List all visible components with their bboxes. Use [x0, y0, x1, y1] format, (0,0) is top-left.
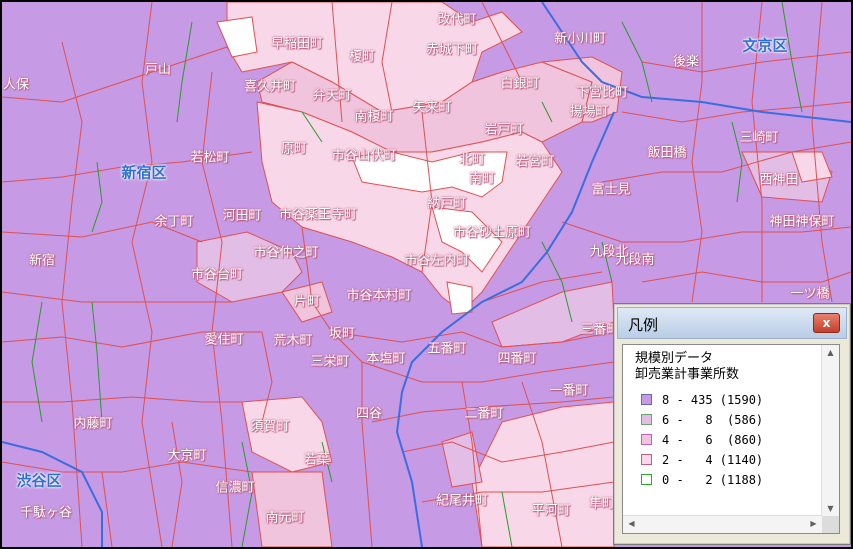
town-label: 矢来町: [412, 100, 452, 116]
legend-entry-label: 4 - 6 (860): [662, 433, 764, 447]
town-label: 若宮町: [515, 154, 555, 170]
town-label: 愛住町: [204, 332, 244, 348]
town-label: 三栄町: [310, 354, 350, 370]
region-white-sanai-2[interactable]: [446, 281, 473, 315]
town-label: 原町: [280, 141, 308, 157]
town-label: 岩戸町: [484, 122, 524, 138]
legend-swatch: [641, 474, 652, 485]
legend-title: 凡例: [628, 316, 659, 334]
town-label: 飯田橋: [647, 145, 687, 161]
town-label: 白銀町: [500, 76, 540, 92]
town-label: 五番町: [427, 341, 467, 357]
ward-label-shibuya: 渋谷区: [16, 471, 62, 490]
scroll-up-icon[interactable]: ▲: [822, 348, 839, 357]
legend-swatch: [641, 394, 652, 405]
town-label: 市谷砂土原町: [452, 225, 532, 241]
close-icon: x: [822, 316, 831, 330]
legend-entry-label: 8 - 435 (1590): [662, 393, 764, 407]
town-label: 赤城下町: [425, 42, 479, 58]
town-label: 改代町: [437, 12, 477, 28]
town-label: 喜久井町: [243, 79, 297, 95]
ward-label-shinjuku: 新宿区: [121, 163, 167, 182]
town-label: 四番町: [497, 351, 537, 367]
close-button[interactable]: x: [813, 313, 840, 333]
town-label: 榎町: [348, 49, 376, 65]
town-label: 荒木町: [273, 333, 313, 349]
town-label: 片町: [293, 294, 321, 310]
town-label: 三崎町: [739, 130, 779, 146]
horizontal-scrollbar[interactable]: ◀ ▶: [623, 515, 822, 533]
town-label: 坂町: [328, 326, 356, 342]
town-label: 南元町: [265, 510, 305, 526]
legend-entry-label: 2 - 4 (1140): [662, 453, 764, 467]
town-label: 隼町: [588, 496, 616, 512]
town-label: 須賀町: [250, 419, 290, 435]
town-label: 市谷山伏町: [331, 148, 397, 164]
legend-entry-label: 0 - 2 (1188): [662, 473, 764, 487]
legend-entry: 2 - 4 (1140): [641, 453, 763, 467]
legend-window[interactable]: 凡例 x 規模別データ 卸売業計事業所数 8 - 435 (1590) 6 - 8…: [613, 303, 851, 545]
legend-entry: 4 - 6 (860): [641, 433, 763, 447]
legend-entry-label: 6 - 8 (586): [662, 413, 764, 427]
legend-swatch: [641, 434, 652, 445]
legend-heading-line2: 卸売業計事業所数: [635, 367, 740, 382]
vertical-scrollbar[interactable]: ▲ ▼: [821, 345, 839, 516]
town-label: 納戸町: [427, 196, 467, 212]
town-label: 揚場町: [569, 104, 609, 120]
town-label: 富士見: [591, 182, 631, 198]
town-label: 九段南: [615, 252, 655, 268]
town-label: 二番町: [464, 406, 504, 422]
town-label: 大京町: [167, 448, 207, 464]
legend-entry: 8 - 435 (1590): [641, 393, 763, 407]
legend-panel: 規模別データ 卸売業計事業所数 8 - 435 (1590) 6 - 8 (586…: [622, 344, 840, 534]
town-label: 市谷左内町: [404, 253, 470, 269]
town-label: 下宮比町: [575, 85, 629, 101]
town-label: 紀尾井町: [435, 493, 489, 509]
town-label: 信濃町: [215, 480, 255, 496]
town-label: 市谷仲之町: [253, 245, 319, 261]
town-label: 一番町: [549, 383, 589, 399]
town-label: 北町: [458, 152, 486, 168]
town-label: 戸山: [144, 62, 172, 78]
town-label: 市谷本村町: [346, 288, 412, 304]
town-label: 若葉: [303, 452, 331, 468]
town-label: 南町: [468, 171, 496, 187]
town-label: 千駄ヶ谷: [19, 505, 73, 521]
legend-heading: 規模別データ 卸売業計事業所数: [635, 351, 739, 383]
scroll-down-icon[interactable]: ▼: [822, 504, 839, 513]
town-label: 一ツ橋: [790, 286, 830, 302]
legend-entry: 6 - 8 (586): [641, 413, 763, 427]
scrollbar-corner: [822, 516, 839, 533]
legend-heading-line1: 規模別データ: [635, 351, 714, 366]
town-label: 平河町: [531, 503, 571, 519]
town-label: 新宿: [28, 253, 56, 269]
town-label: 若松町: [190, 150, 230, 166]
town-label: 新小川町: [553, 31, 607, 47]
town-label: 市谷薬王寺町: [278, 207, 358, 223]
legend-entry: 0 - 2 (1188): [641, 473, 763, 487]
town-label: 西神田: [759, 172, 799, 188]
town-label: 四谷: [355, 406, 383, 422]
legend-swatch: [641, 414, 652, 425]
legend-swatch: [641, 454, 652, 465]
scroll-left-icon[interactable]: ◀: [623, 519, 640, 528]
town-label: 弁天町: [312, 88, 352, 104]
town-label: 人保: [2, 77, 30, 93]
town-label: 南榎町: [354, 109, 394, 125]
town-label: 余丁町: [154, 214, 194, 230]
town-label: 河田町: [222, 208, 262, 224]
town-label: 後楽: [672, 54, 700, 70]
town-label: 神田神保町: [769, 214, 835, 230]
scroll-right-icon[interactable]: ▶: [805, 519, 822, 528]
town-label: 早稲田町: [270, 36, 324, 52]
town-label: 内藤町: [73, 416, 113, 432]
legend-titlebar[interactable]: 凡例 x: [617, 307, 847, 339]
town-label: 本塩町: [366, 351, 406, 367]
ward-label-bunkyo: 文京区: [742, 36, 788, 55]
town-label: 市谷台町: [190, 267, 244, 283]
